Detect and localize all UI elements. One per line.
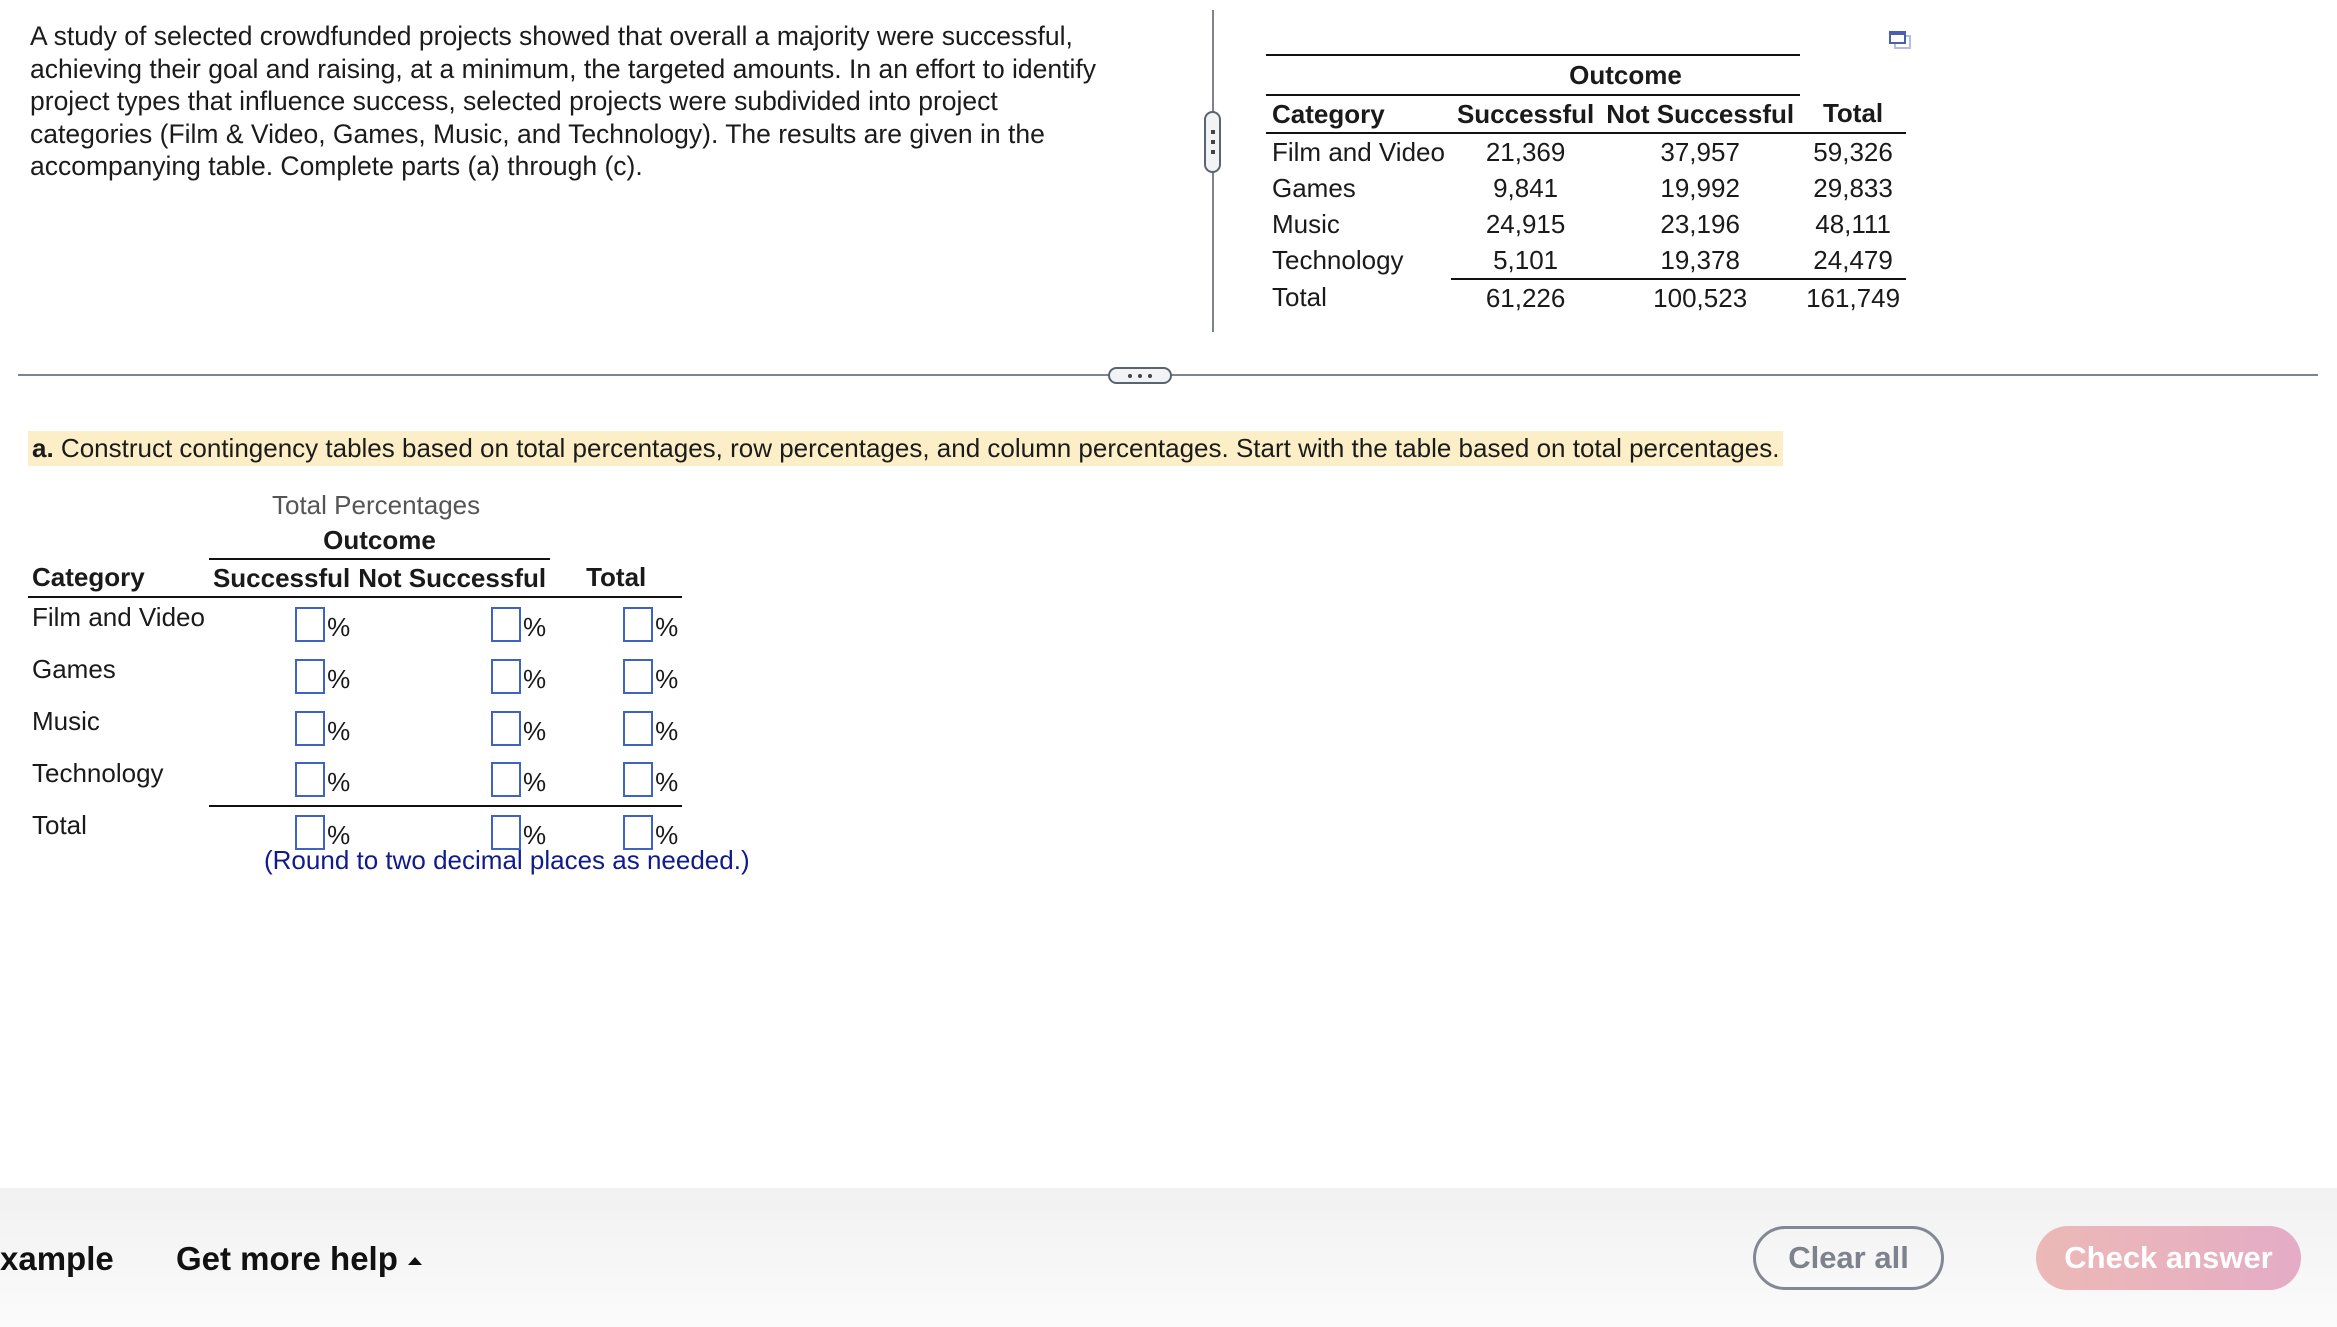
rounding-note: (Round to two decimal places as needed.) bbox=[264, 845, 750, 875]
percent-sign: % bbox=[327, 611, 351, 642]
cell-not-successful: 37,957 bbox=[1660, 136, 1740, 167]
cell-total: % bbox=[550, 754, 682, 806]
answer-row: Games%%% bbox=[28, 650, 682, 702]
clear-all-button[interactable]: Clear all bbox=[1753, 1226, 1944, 1290]
cell-total: 59,326 bbox=[1813, 136, 1893, 167]
cell-total: % bbox=[550, 597, 682, 650]
cell-successful: % bbox=[209, 650, 354, 702]
row-category: Games bbox=[32, 654, 116, 684]
not-successful-percent-input[interactable] bbox=[490, 606, 521, 642]
percent-sign: % bbox=[655, 767, 679, 797]
not-successful-header: Not Successful bbox=[1600, 95, 1801, 134]
part-a-instruction: a. Construct contingency tables based on… bbox=[28, 431, 1784, 466]
answer-row: Film and Video%%% bbox=[28, 597, 682, 650]
percent-sign: % bbox=[655, 663, 679, 694]
successful-header: Successful bbox=[1450, 95, 1601, 134]
cell-successful: 9,841 bbox=[1493, 172, 1559, 203]
cell-not-successful: % bbox=[354, 754, 550, 806]
answer-table: Outcome Category Successful Not Successf… bbox=[28, 522, 683, 858]
data-table: Outcome Category Successful Not Successf… bbox=[1266, 54, 1907, 316]
check-answer-button[interactable]: Check answer bbox=[2036, 1226, 2301, 1290]
cell-not-successful: 23,196 bbox=[1660, 208, 1740, 239]
table-row: Film and Video 21,369 37,957 59,326 bbox=[1266, 133, 1906, 170]
percent-sign: % bbox=[327, 767, 351, 797]
cell-total: 24,479 bbox=[1800, 242, 1907, 280]
table-row-total: Total 61,226 100,523 161,749 bbox=[1266, 279, 1906, 316]
successful-percent-input[interactable] bbox=[295, 658, 326, 694]
cell-total: 161,749 bbox=[1806, 282, 1901, 313]
cell-total: % bbox=[550, 650, 682, 702]
category-header: Category bbox=[1266, 95, 1451, 134]
total-percent-input[interactable] bbox=[623, 762, 654, 797]
view-example-link[interactable]: xample bbox=[0, 1240, 114, 1278]
cell-not-successful: 19,378 bbox=[1600, 242, 1801, 280]
cell-successful: 61,226 bbox=[1485, 282, 1566, 313]
cell-successful: 24,915 bbox=[1485, 208, 1566, 239]
total-percent-input[interactable] bbox=[623, 658, 654, 694]
answer-row: Technology%%% bbox=[28, 754, 682, 806]
caret-up-icon bbox=[407, 1257, 422, 1266]
cell-total: 29,833 bbox=[1813, 172, 1893, 203]
percent-sign: % bbox=[522, 663, 547, 694]
successful-percent-input[interactable] bbox=[295, 710, 326, 746]
cell-successful: % bbox=[209, 754, 354, 806]
row-category: Total bbox=[1272, 282, 1327, 312]
cell-not-successful: % bbox=[354, 597, 550, 650]
table-row: Games 9,841 19,992 29,833 bbox=[1266, 170, 1906, 206]
row-category: Music bbox=[1272, 208, 1340, 239]
percent-sign: % bbox=[655, 611, 679, 642]
cell-successful: % bbox=[209, 702, 354, 754]
not-successful-percent-input[interactable] bbox=[490, 762, 521, 797]
cell-not-successful: 19,992 bbox=[1660, 172, 1740, 203]
outcome-header: Outcome bbox=[208, 522, 551, 560]
cell-not-successful: 100,523 bbox=[1653, 282, 1748, 313]
problem-statement: A study of selected crowdfunded projects… bbox=[30, 21, 1097, 181]
total-header: Total bbox=[1800, 95, 1907, 134]
cell-not-successful: % bbox=[354, 702, 550, 754]
successful-percent-input[interactable] bbox=[295, 762, 326, 797]
horizontal-drag-handle[interactable] bbox=[1108, 367, 1172, 384]
outcome-header: Outcome bbox=[1450, 54, 1801, 96]
get-more-help-button[interactable]: Get more help bbox=[176, 1240, 422, 1278]
cell-successful: 5,101 bbox=[1450, 242, 1601, 280]
percent-sign: % bbox=[327, 715, 351, 746]
cell-successful: 21,369 bbox=[1485, 136, 1566, 167]
table-row: Music 24,915 23,196 48,111 bbox=[1266, 206, 1906, 242]
row-category: Film and Video bbox=[1272, 136, 1445, 167]
answer-row: Music%%% bbox=[28, 702, 682, 754]
percent-sign: % bbox=[522, 611, 547, 642]
row-category: Music bbox=[32, 706, 100, 736]
row-category: Technology bbox=[1272, 245, 1404, 275]
not-successful-header: Not Successful bbox=[354, 559, 551, 598]
not-successful-percent-input[interactable] bbox=[490, 710, 521, 746]
cell-not-successful: % bbox=[354, 650, 550, 702]
row-category: Technology bbox=[32, 758, 164, 788]
table-row: Technology 5,101 19,378 24,479 bbox=[1266, 242, 1907, 280]
footer-bar: xample Get more help Clear all Check ans… bbox=[0, 1188, 2337, 1327]
answer-table-title: Total Percentages bbox=[272, 490, 481, 520]
percent-sign: % bbox=[327, 663, 351, 694]
successful-percent-input[interactable] bbox=[295, 606, 326, 642]
part-a-text: Construct contingency tables based on to… bbox=[53, 433, 1780, 463]
percent-sign: % bbox=[655, 715, 679, 746]
part-a-label: a. bbox=[32, 433, 54, 463]
percent-sign: % bbox=[522, 767, 547, 797]
popout-window-icon[interactable] bbox=[1888, 30, 1912, 50]
get-more-help-label: Get more help bbox=[176, 1240, 398, 1277]
total-percent-input[interactable] bbox=[623, 710, 654, 746]
vertical-drag-handle[interactable] bbox=[1204, 111, 1221, 173]
row-category: Total bbox=[32, 810, 87, 840]
cell-total: 48,111 bbox=[1815, 208, 1891, 239]
cell-successful: % bbox=[209, 597, 354, 650]
total-header: Total bbox=[550, 559, 683, 598]
row-category: Film and Video bbox=[32, 602, 205, 632]
successful-header: Successful bbox=[208, 559, 355, 598]
not-successful-percent-input[interactable] bbox=[490, 658, 521, 694]
percent-sign: % bbox=[522, 715, 547, 746]
category-header: Category bbox=[28, 559, 209, 598]
total-percent-input[interactable] bbox=[623, 606, 654, 642]
cell-total: % bbox=[550, 702, 682, 754]
row-category: Games bbox=[1272, 172, 1356, 203]
